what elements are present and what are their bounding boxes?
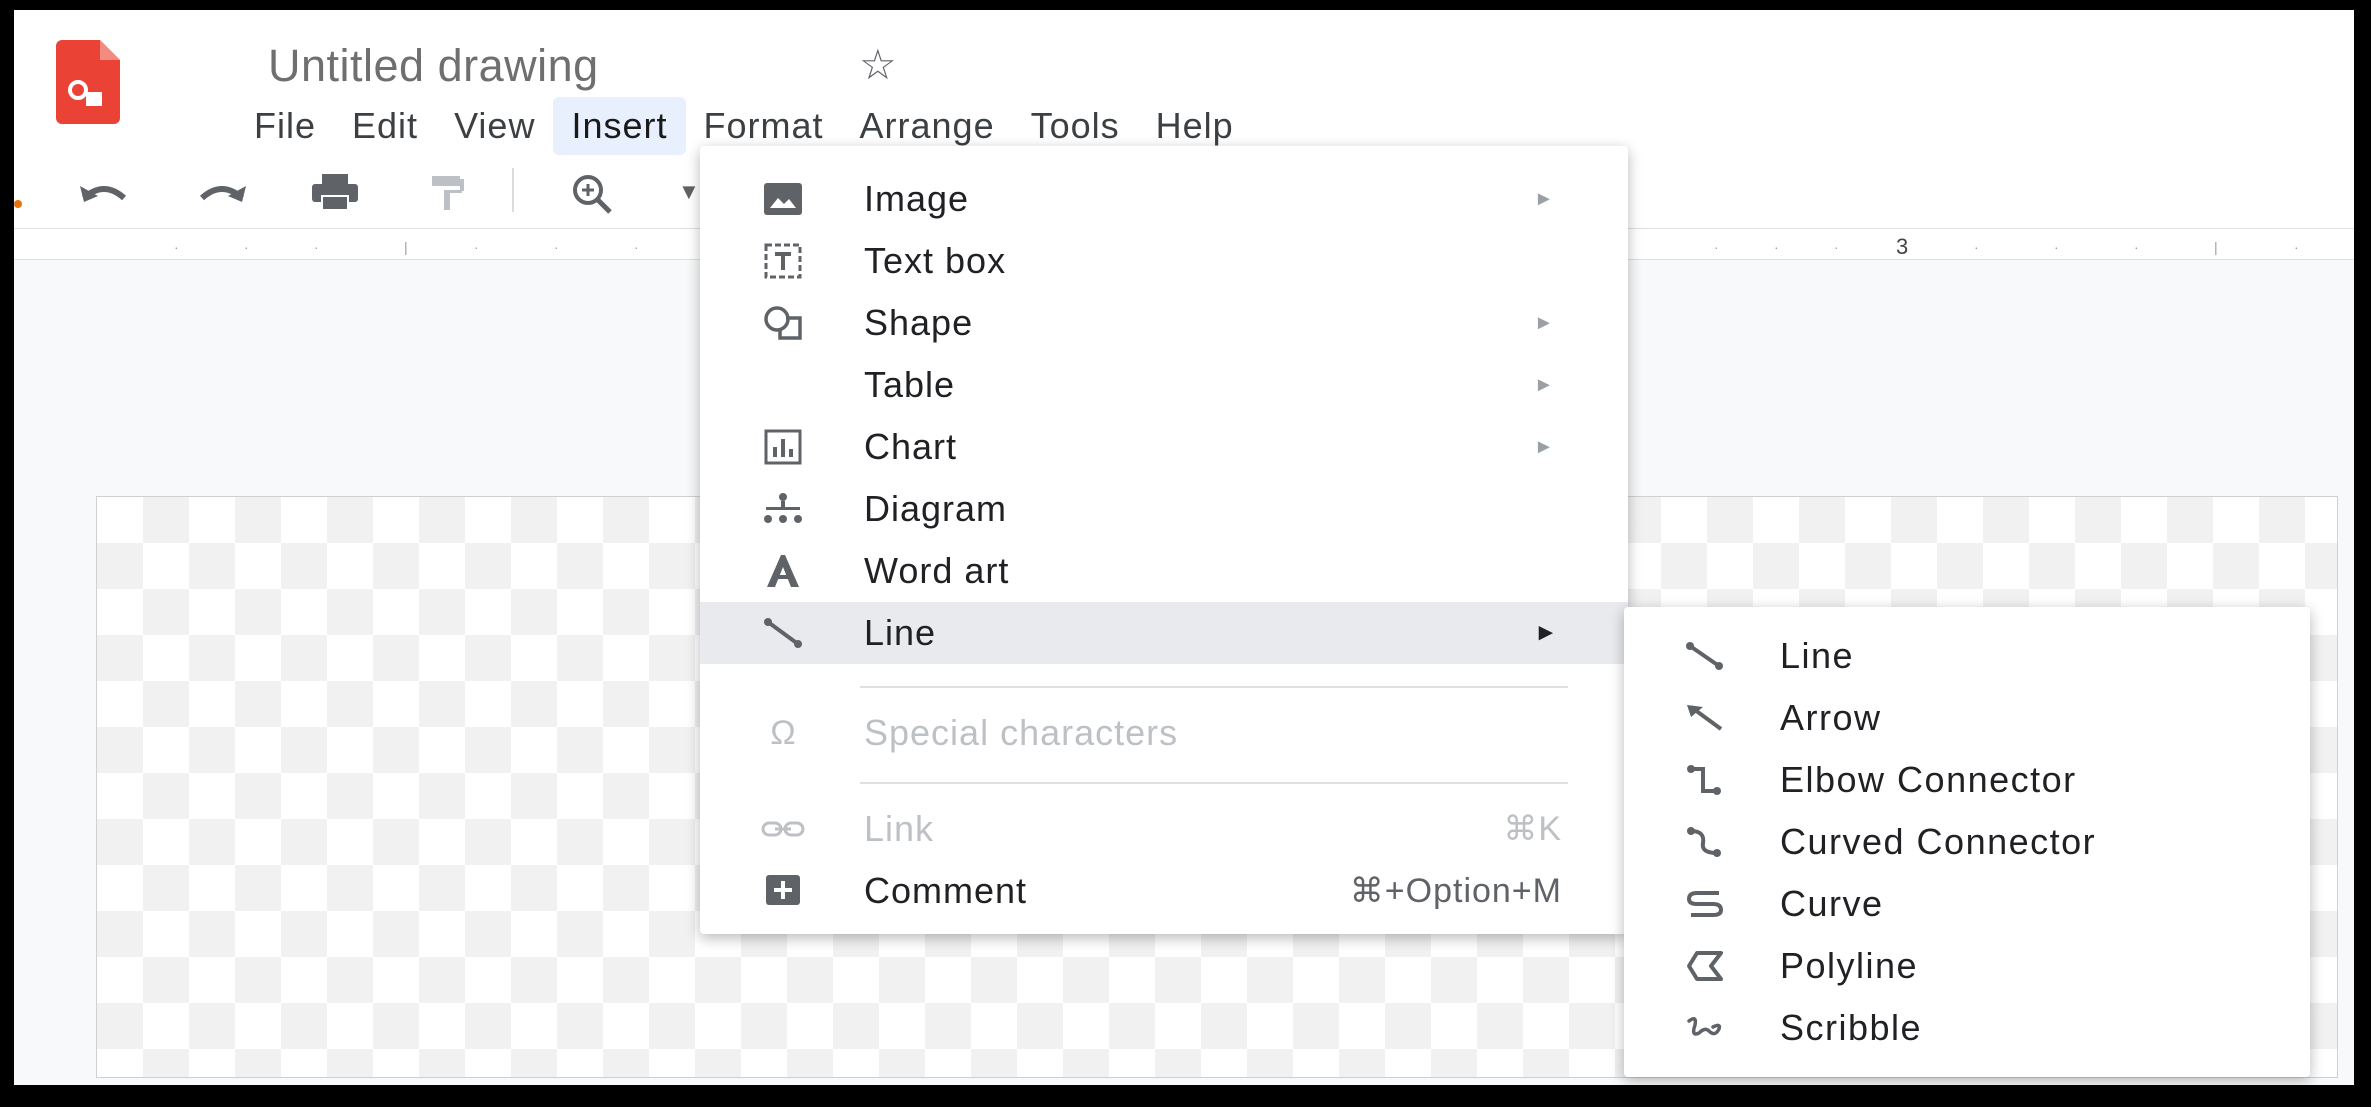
zoom-icon[interactable] (570, 172, 614, 223)
line-submenu-label: Scribble (1780, 1007, 1923, 1048)
curved-connector-icon (1680, 817, 1730, 867)
submenu-arrow-icon: ► (1534, 311, 1554, 334)
ruler-tick: · (1834, 239, 1839, 255)
line-submenu-label: Curve (1780, 883, 1884, 924)
toolbar-divider (512, 168, 514, 212)
submenu-arrow-icon: ► (1534, 619, 1558, 646)
arrow-icon (1680, 693, 1730, 743)
ruler-tick: | (2214, 239, 2218, 255)
submenu-arrow-icon: ► (1534, 187, 1554, 210)
shape-icon (756, 296, 810, 350)
polyline-icon (1680, 941, 1730, 991)
document-title[interactable]: Untitled drawing (268, 40, 599, 92)
curve-icon (1680, 879, 1730, 929)
line-submenu-label: Elbow Connector (1780, 759, 2077, 800)
insert-menu-item-special-characters[interactable]: Ω Special characters (700, 702, 1628, 764)
ruler-tick: · (2294, 239, 2299, 255)
insert-menu-label: Chart (864, 426, 958, 467)
insert-menu-label: Diagram (864, 488, 1008, 529)
ruler-number: 3 (1896, 234, 1909, 259)
undo-icon[interactable] (76, 172, 132, 219)
line-submenu-item-elbow-connector[interactable]: Elbow Connector (1624, 749, 2310, 811)
line-submenu-label: Curved Connector (1780, 821, 2097, 862)
star-icon[interactable]: ☆ (859, 40, 897, 89)
menu-file[interactable]: File (236, 97, 334, 155)
line-icon (1680, 631, 1730, 681)
chart-icon (756, 420, 810, 474)
keyboard-shortcut: ⌘K (1503, 810, 1562, 848)
line-submenu-label: Line (1780, 635, 1855, 676)
line-submenu-item-arrow[interactable]: Arrow (1624, 687, 2310, 749)
insert-menu-item-text-box[interactable]: Text box (700, 230, 1628, 292)
menu-divider (860, 782, 1568, 784)
ruler-tick: · (2054, 239, 2059, 255)
diagram-icon (756, 482, 810, 536)
submenu-arrow-icon: ► (1534, 435, 1554, 458)
omega-icon: Ω (770, 713, 796, 752)
insert-menu-item-image[interactable]: Image ► (700, 168, 1628, 230)
paint-format-icon[interactable] (428, 172, 468, 219)
insert-menu-item-word-art[interactable]: Word art (700, 540, 1628, 602)
menu-edit[interactable]: Edit (334, 97, 436, 155)
ruler-tick: · (244, 239, 249, 255)
ruler-tick: · (634, 239, 639, 255)
insert-menu-label: Shape (864, 302, 974, 343)
image-icon (756, 172, 810, 226)
submenu-arrow-icon: ► (1534, 373, 1554, 396)
line-icon (756, 606, 810, 660)
ruler-tick: · (474, 239, 479, 255)
text-box-icon (756, 234, 810, 288)
word-art-icon (756, 544, 810, 598)
line-submenu-label: Polyline (1780, 945, 1919, 986)
redo-icon[interactable] (194, 172, 250, 219)
insert-menu-item-chart[interactable]: Chart ► (700, 416, 1628, 478)
line-submenu-item-polyline[interactable]: Polyline (1624, 935, 2310, 997)
ruler-tick: · (1714, 239, 1719, 255)
line-submenu: Line Arrow Elbow Connector Curved Connec… (1624, 607, 2310, 1077)
insert-menu-item-comment[interactable]: Comment ⌘+Option+M (700, 860, 1628, 922)
line-submenu-item-scribble[interactable]: Scribble (1624, 997, 2310, 1059)
google-drawings-logo-icon[interactable] (56, 40, 120, 124)
insert-menu-label: Line (864, 612, 937, 653)
ruler-tick: · (314, 239, 319, 255)
insert-menu-label: Image (864, 178, 970, 219)
print-icon[interactable] (310, 172, 360, 219)
ruler-tick: · (2134, 239, 2139, 255)
ruler-tick: · (1974, 239, 1979, 255)
insert-menu-label: Comment (864, 870, 1028, 911)
menu-view[interactable]: View (436, 97, 553, 155)
scribble-icon (1680, 1003, 1730, 1053)
comment-add-icon (756, 864, 810, 918)
line-submenu-item-curved-connector[interactable]: Curved Connector (1624, 811, 2310, 873)
insert-menu-item-link[interactable]: Link ⌘K (700, 798, 1628, 860)
insert-menu-label: Special characters (864, 712, 1179, 753)
ruler-tick: · (174, 239, 179, 255)
menu-divider (860, 686, 1568, 688)
ruler-tick: · (1774, 239, 1779, 255)
insert-menu-label: Link (864, 808, 935, 849)
line-submenu-label: Arrow (1780, 697, 1882, 738)
menu-insert[interactable]: Insert (553, 97, 686, 155)
link-icon (756, 802, 810, 856)
keyboard-shortcut: ⌘+Option+M (1349, 872, 1562, 910)
insert-menu: Image ► Text box Shape ► Table ► Chart ► (700, 146, 1628, 934)
line-submenu-item-curve[interactable]: Curve (1624, 873, 2310, 935)
app-window: Untitled drawing ☆ File Edit View Insert… (14, 10, 2354, 1085)
line-submenu-item-line[interactable]: Line (1624, 625, 2310, 687)
insert-menu-item-shape[interactable]: Shape ► (700, 292, 1628, 354)
chevron-down-icon[interactable]: ▼ (678, 172, 700, 212)
ruler-tick: | (404, 239, 408, 255)
insert-menu-label: Word art (864, 550, 1010, 591)
insert-menu-item-table[interactable]: Table ► (700, 354, 1628, 416)
ruler-tick: · (554, 239, 559, 255)
insert-menu-label: Table (864, 364, 956, 405)
insert-menu-label: Text box (864, 240, 1007, 281)
insert-menu-item-diagram[interactable]: Diagram (700, 478, 1628, 540)
insert-menu-item-line[interactable]: Line ► (700, 602, 1628, 664)
elbow-connector-icon (1680, 755, 1730, 805)
